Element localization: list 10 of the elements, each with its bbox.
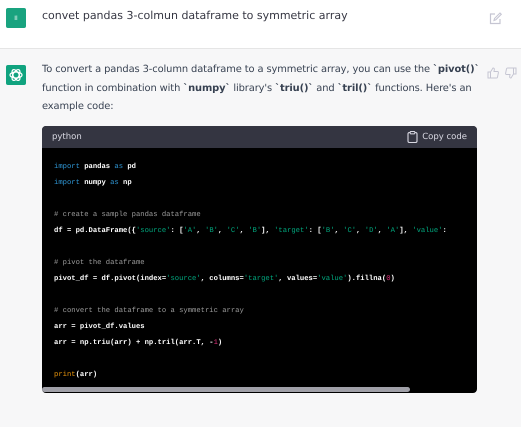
thumbs-up-icon[interactable] — [487, 67, 499, 79]
assistant-avatar — [6, 65, 26, 85]
clipboard-icon — [407, 130, 418, 142]
scrollbar-thumb[interactable] — [42, 386, 410, 392]
user-message: convet pandas 3-colmun dataframe to symmetric array — [42, 8, 349, 24]
thumbs-down-icon[interactable] — [505, 67, 517, 79]
copy-code-button[interactable]: Copy code — [407, 130, 467, 142]
language-label: python — [52, 132, 82, 142]
assistant-message: To convert a pandas 3-column dataframe to a symmetric array, you can use the `pivot()` function in combination with `numpy` library's `triu()` and `tril()` functions. Here's an example code: — [42, 63, 480, 114]
edit-icon[interactable] — [489, 12, 502, 25]
